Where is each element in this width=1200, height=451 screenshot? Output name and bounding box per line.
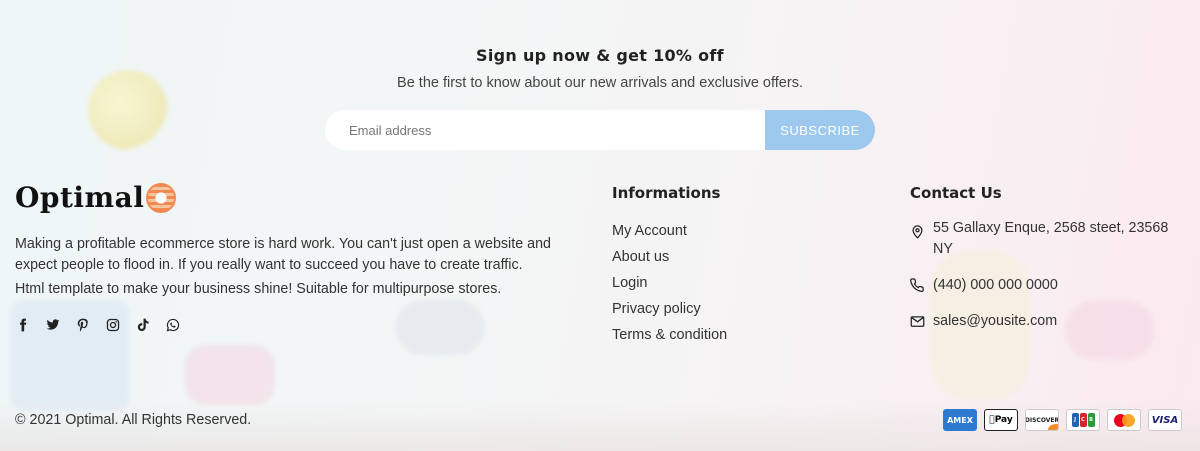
brand-logo[interactable]: Optimal xyxy=(15,181,177,214)
pinterest-icon[interactable] xyxy=(75,317,91,333)
copyright-text: © 2021 Optimal. All Rights Reserved. xyxy=(15,412,252,428)
contact-phone: (440) 000 000 0000 xyxy=(910,275,1185,296)
newsletter-subtitle: Be the first to know about our new arriv… xyxy=(397,75,803,91)
instagram-icon[interactable] xyxy=(105,317,121,333)
informations-column: Informations My Account About us Login P… xyxy=(612,184,727,348)
informations-title: Informations xyxy=(612,184,721,202)
email-input[interactable] xyxy=(325,110,765,150)
about-paragraph: Making a profitable ecommerce store is h… xyxy=(15,236,551,273)
brand-mark-icon xyxy=(146,182,177,213)
footer-link-privacy-policy[interactable]: Privacy policy xyxy=(612,296,727,322)
contact-address: 55 Gallaxy Enque, 2568 steet, 23568 NY xyxy=(910,218,1185,260)
payment-methods: AMEX Pay DISCOVER JCB VISA xyxy=(943,409,1182,431)
phone-text[interactable]: (440) 000 000 0000 xyxy=(933,275,1058,296)
subscribe-button[interactable]: SUBSCRIBE xyxy=(765,110,875,150)
footer-link-terms-condition[interactable]: Terms & condition xyxy=(612,322,727,348)
footer-link-about-us[interactable]: About us xyxy=(612,244,727,270)
visa-card-icon: VISA xyxy=(1148,409,1182,431)
about-paragraph: Html template to make your business shin… xyxy=(15,281,502,297)
footer-link-my-account[interactable]: My Account xyxy=(612,218,727,244)
discover-card-icon: DISCOVER xyxy=(1025,409,1059,431)
contact-title: Contact Us xyxy=(910,184,1002,202)
newsletter-form: SUBSCRIBE xyxy=(325,110,875,150)
facebook-icon[interactable] xyxy=(15,317,31,333)
whatsapp-icon[interactable] xyxy=(165,317,181,333)
tiktok-icon[interactable] xyxy=(135,317,151,333)
newsletter-title: Sign up now & get 10% off xyxy=(476,46,724,65)
phone-icon xyxy=(910,278,924,293)
map-pin-icon xyxy=(912,225,923,239)
twitter-icon[interactable] xyxy=(45,317,61,333)
address-text: 55 Gallaxy Enque, 2568 steet, 23568 NY xyxy=(933,220,1169,257)
contact-column: Contact Us 55 Gallaxy Enque, 2568 steet,… xyxy=(910,184,1185,347)
apple-pay-icon: Pay xyxy=(984,409,1018,431)
background-table-decoration xyxy=(185,345,275,405)
jcb-card-icon: JCB xyxy=(1066,409,1100,431)
brand-name: Optimal xyxy=(15,181,145,214)
contact-email: sales@yousite.com xyxy=(910,311,1185,332)
background-cloud-decoration xyxy=(395,300,485,355)
footer-link-login[interactable]: Login xyxy=(612,270,727,296)
mail-icon xyxy=(910,316,925,327)
amex-card-icon: AMEX xyxy=(943,409,977,431)
social-links xyxy=(15,317,181,333)
about-text: Making a profitable ecommerce store is h… xyxy=(15,234,595,300)
informations-links: My Account About us Login Privacy policy… xyxy=(612,218,727,348)
newsletter-section: Sign up now & get 10% off Be the first t… xyxy=(0,46,1200,150)
mastercard-icon xyxy=(1107,409,1141,431)
email-text[interactable]: sales@yousite.com xyxy=(933,311,1057,332)
